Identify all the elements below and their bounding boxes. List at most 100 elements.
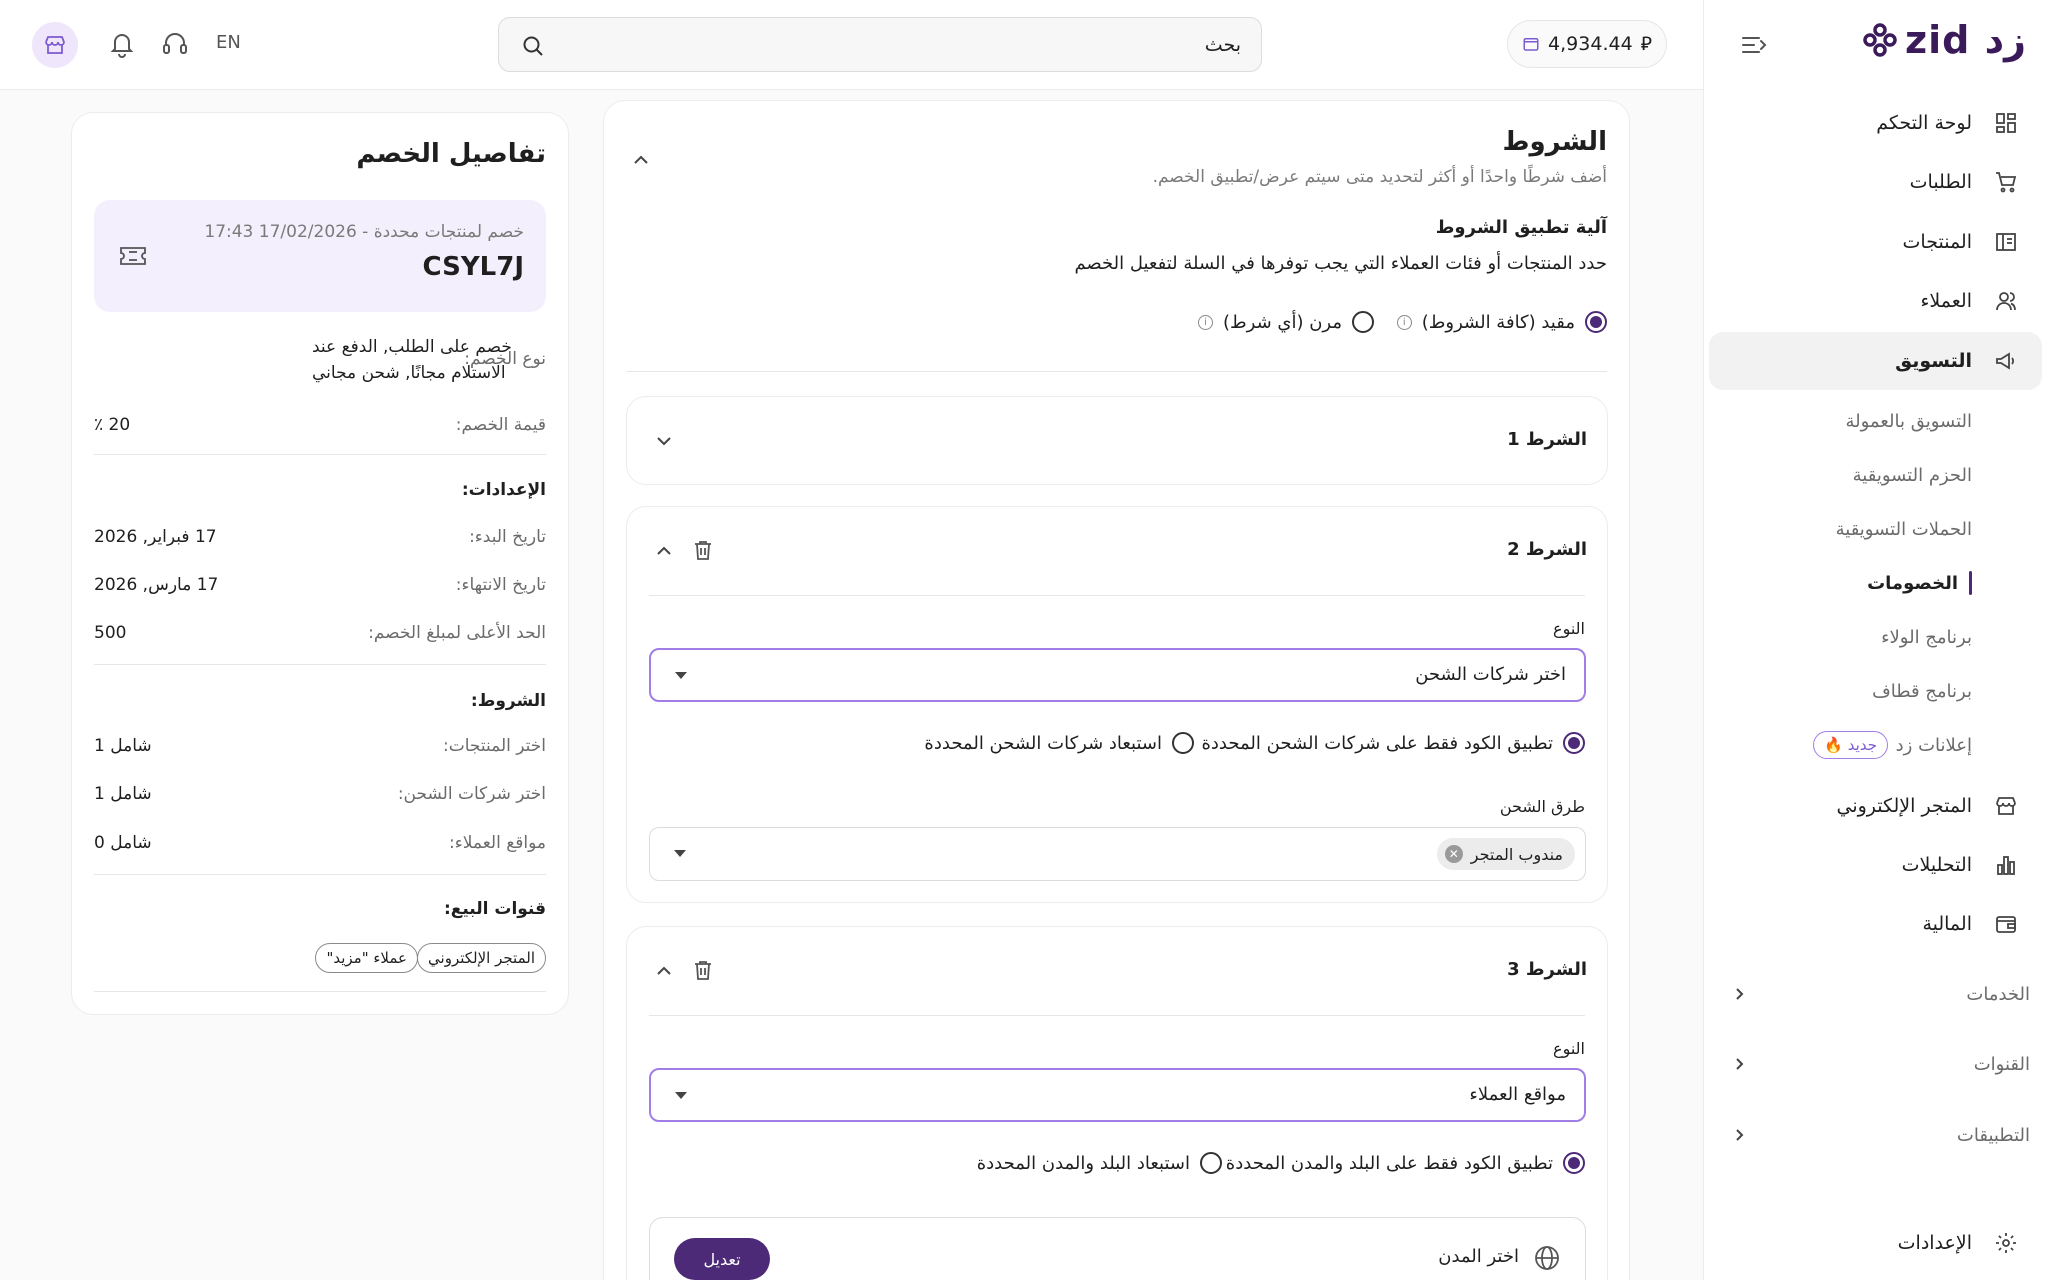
details-title: تفاصيل الخصم xyxy=(356,139,546,169)
chip-remove-icon[interactable]: ✕ xyxy=(1444,845,1463,863)
sidebar-item-settings[interactable]: الإعدادات xyxy=(1703,1214,2048,1272)
type-select[interactable]: مواقع العملاء xyxy=(649,1068,1586,1122)
option-strict[interactable]: مقيد (كافة الشروط) i xyxy=(1396,311,1607,333)
radio-apply[interactable] xyxy=(1563,1152,1585,1174)
chevron-up-icon[interactable] xyxy=(630,149,652,171)
sidebar-item-label: التحليلات xyxy=(1901,854,1972,876)
channel-tag: المتجر الإلكتروني xyxy=(417,943,546,973)
edit-cities-button[interactable]: تعديل xyxy=(674,1238,770,1280)
sidebar-subitem-zid-ads[interactable]: إعلانات زد جديد 🔥 xyxy=(1703,725,2048,765)
store-switch-button[interactable] xyxy=(32,22,78,68)
search-input[interactable] xyxy=(601,18,1241,71)
topbar: 4,934.44 ⃁ EN xyxy=(0,0,1703,90)
sidebar-item-online-store[interactable]: المتجر الإلكتروني xyxy=(1703,777,2048,835)
sidebar-group-channels[interactable]: القنوات xyxy=(1703,1040,2048,1090)
option-apply-shipping[interactable]: تطبيق الكود فقط على شركات الشحن المحددة xyxy=(1201,732,1585,754)
condition-1[interactable]: الشرط 1 xyxy=(626,396,1608,485)
chevron-up-icon[interactable] xyxy=(653,540,675,562)
info-icon[interactable]: i xyxy=(1197,314,1213,330)
start-date-label: تاريخ البدء: xyxy=(469,527,546,547)
sidebar-group-services[interactable]: الخدمات xyxy=(1703,970,2048,1020)
wallet-balance[interactable]: 4,934.44 ⃁ xyxy=(1507,20,1667,68)
radio-flexible[interactable] xyxy=(1352,311,1374,333)
sidebar-subitem-bundles[interactable]: الحزم التسويقية xyxy=(1703,455,2048,495)
condition-title: الشرط 2 xyxy=(1507,539,1587,560)
sidebar-subitem-label: الحملات التسويقية xyxy=(1835,518,1972,540)
option-apply-label: تطبيق الكود فقط على شركات الشحن المحددة xyxy=(1201,732,1553,754)
divider xyxy=(626,371,1607,372)
chevron-up-icon[interactable] xyxy=(653,960,675,982)
bell-icon[interactable] xyxy=(107,29,137,59)
divider xyxy=(649,595,1585,596)
option-exclude-shipping[interactable]: استبعاد شركات الشحن المحددة xyxy=(924,732,1194,754)
mechanism-title: آلية تطبيق الشروط xyxy=(1435,217,1607,238)
sidebar-item-dashboard[interactable]: لوحة التحكم xyxy=(1703,94,2048,152)
end-date-label: تاريخ الانتهاء: xyxy=(455,575,546,595)
option-flexible[interactable]: مرن (أي شرط) i xyxy=(1197,311,1374,333)
conditions-card: الشروط أضف شرطًا واحدًا أو أكثر لتحديد م… xyxy=(603,100,1630,1280)
option-apply-locations[interactable]: تطبيق الكود فقط على البلد والمدن المحددة xyxy=(1226,1152,1585,1174)
sidebar-subitem-loyalty[interactable]: برنامج الولاء xyxy=(1703,617,2048,657)
conditions-section-title: الشروط: xyxy=(470,691,546,711)
condition-3: الشرط 3 النوع مواقع العملاء تطبيق الكود … xyxy=(626,926,1608,1280)
locations-condition-label: مواقع العملاء: xyxy=(449,833,546,853)
shipping-methods-select[interactable]: مندوب المتجر ✕ xyxy=(649,827,1586,881)
ticket-icon xyxy=(120,247,146,265)
option-exclude-label: استبعاد شركات الشحن المحددة xyxy=(924,732,1162,754)
zid-logo[interactable]: zid زد xyxy=(1861,18,2026,62)
conditions-title: الشروط xyxy=(1502,127,1607,157)
sidebar-subitem-campaigns[interactable]: الحملات التسويقية xyxy=(1703,509,2048,549)
type-select[interactable]: اختر شركات الشحن xyxy=(649,648,1586,702)
discount-value: 20 ٪ xyxy=(94,415,131,435)
chip-label: مندوب المتجر xyxy=(1470,844,1563,864)
trash-icon[interactable] xyxy=(691,958,715,982)
discount-type-value-line1: خصم على الطلب, الدفع عند xyxy=(312,337,512,357)
sidebar: zid زد لوحة التحكم الطلبات المنتجات العم… xyxy=(1703,0,2048,1280)
option-exclude-label: استبعاد البلد والمدن المحددة xyxy=(976,1152,1190,1174)
sidebar-item-finance[interactable]: المالية xyxy=(1703,895,2048,953)
sidebar-item-products[interactable]: المنتجات xyxy=(1703,213,2048,271)
cities-label: اختر المدن xyxy=(1438,1246,1519,1267)
collapse-sidebar-icon[interactable] xyxy=(1740,30,1770,60)
sidebar-subitem-qitaf[interactable]: برنامج قطاف xyxy=(1703,671,2048,711)
caret-down-icon xyxy=(675,1092,687,1099)
condition-2: الشرط 2 النوع اختر شركات الشحن تطبيق الك… xyxy=(626,506,1608,903)
headset-icon[interactable] xyxy=(160,29,190,59)
trash-icon[interactable] xyxy=(691,538,715,562)
selected-chip: مندوب المتجر ✕ xyxy=(1436,838,1575,870)
sidebar-group-apps[interactable]: التطبيقات xyxy=(1703,1111,2048,1161)
logo-text: zid زد xyxy=(1905,18,2026,62)
caret-down-icon xyxy=(674,850,686,857)
info-icon[interactable]: i xyxy=(1396,314,1412,330)
sidebar-item-customers[interactable]: العملاء xyxy=(1703,272,2048,330)
cities-picker: اختر المدن تعديل xyxy=(649,1217,1586,1280)
dashboard-icon xyxy=(1996,113,2016,133)
globe-icon xyxy=(1535,1246,1559,1270)
shipping-condition-label: اختر شركات الشحن: xyxy=(397,784,546,804)
radio-exclude[interactable] xyxy=(1172,732,1194,754)
store-icon xyxy=(1996,797,2016,815)
option-exclude-locations[interactable]: استبعاد البلد والمدن المحددة xyxy=(977,1152,1222,1174)
wallet-icon xyxy=(1996,916,2016,933)
currency-symbol: ⃁ xyxy=(1640,33,1652,55)
sidebar-subitem-affiliate[interactable]: التسويق بالعمولة xyxy=(1703,401,2048,441)
divider xyxy=(94,664,546,665)
sidebar-item-analytics[interactable]: التحليلات xyxy=(1703,836,2048,894)
search-bar[interactable] xyxy=(498,17,1262,72)
cart-icon xyxy=(1996,172,2017,193)
store-icon xyxy=(45,36,65,54)
radio-apply[interactable] xyxy=(1563,732,1585,754)
customers-icon xyxy=(1996,292,2016,311)
divider xyxy=(94,874,546,875)
language-switch[interactable]: EN xyxy=(216,32,241,53)
sidebar-subitem-discounts[interactable]: الخصومات xyxy=(1703,563,2048,603)
radio-strict[interactable] xyxy=(1585,311,1607,333)
analytics-icon xyxy=(1997,856,2015,875)
sidebar-item-orders[interactable]: الطلبات xyxy=(1703,153,2048,211)
sidebar-subitem-label: إعلانات زد xyxy=(1895,734,1972,756)
divider xyxy=(94,991,546,992)
radio-exclude[interactable] xyxy=(1200,1152,1222,1174)
chevron-down-icon[interactable] xyxy=(653,430,675,452)
sidebar-item-marketing[interactable]: التسويق xyxy=(1709,332,2042,390)
max-amount-label: الحد الأعلى لمبلغ الخصم: xyxy=(368,623,546,643)
